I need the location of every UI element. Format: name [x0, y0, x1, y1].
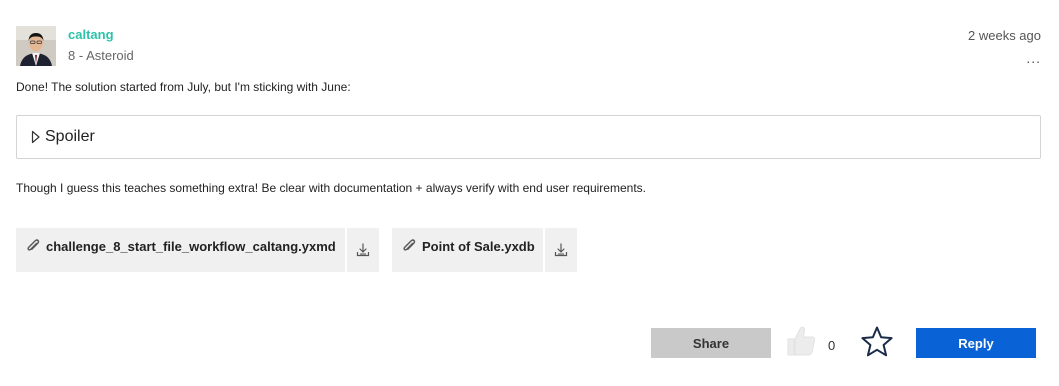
attachment-link[interactable]: Point of Sale.yxdb [392, 228, 543, 272]
avatar[interactable] [16, 26, 56, 66]
author-rank: 8 - Asteroid [68, 48, 134, 63]
attachment-item: Point of Sale.yxdb [392, 228, 577, 272]
attachment-link[interactable]: challenge_8_start_file_workflow_caltang.… [16, 228, 345, 272]
paperclip-icon [27, 239, 40, 251]
attachment-filename: Point of Sale.yxdb [422, 238, 535, 254]
post-body-text-2: Though I guess this teaches something ex… [16, 181, 646, 195]
attachment-filename: challenge_8_start_file_workflow_caltang.… [46, 238, 336, 254]
download-icon [554, 243, 568, 257]
thumbs-up-icon[interactable] [786, 325, 816, 357]
like-count: 0 [828, 338, 836, 353]
spoiler-arrow-icon [31, 130, 40, 144]
download-button[interactable] [345, 228, 379, 272]
spoiler-toggle[interactable]: Spoiler [16, 115, 1041, 159]
download-button[interactable] [543, 228, 577, 272]
attachment-item: challenge_8_start_file_workflow_caltang.… [16, 228, 379, 272]
more-options-icon[interactable]: ... [1026, 50, 1041, 66]
spoiler-label: Spoiler [45, 128, 95, 145]
download-icon [356, 243, 370, 257]
reply-button[interactable]: Reply [916, 328, 1036, 358]
star-icon[interactable] [860, 325, 894, 359]
paperclip-icon [403, 239, 416, 251]
share-button[interactable]: Share [651, 328, 771, 358]
author-name-link[interactable]: caltang [68, 27, 114, 42]
post-body-text: Done! The solution started from July, bu… [16, 80, 351, 94]
post-timestamp: 2 weeks ago [968, 28, 1041, 43]
